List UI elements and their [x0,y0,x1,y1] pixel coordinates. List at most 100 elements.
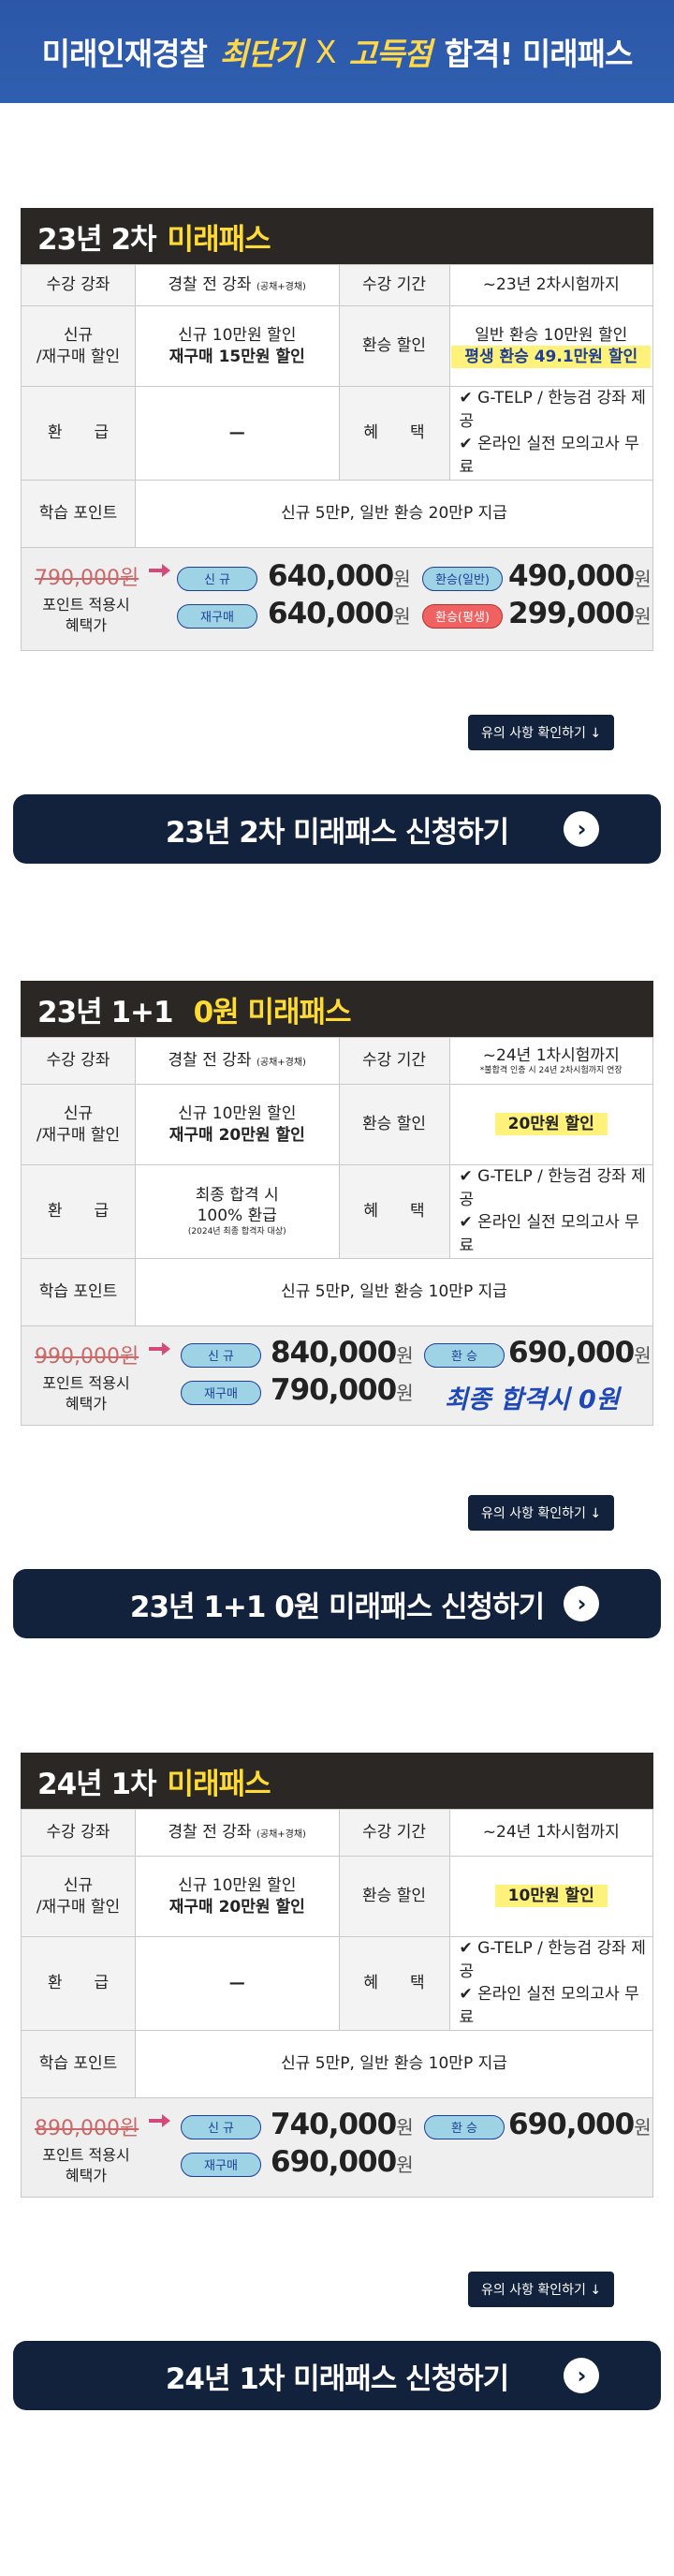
notice-button-2[interactable]: 유의 사항 확인하기 ↓ [468,1495,615,1531]
apply-label: 23년 1+1 0원 미래패스 신청하기 [129,1590,545,1624]
pill-transfer: 환 승 [424,2114,505,2139]
transfer-discount-value: 일반 환승 10만원 할인 평생 환승 49.1만원 할인 [448,305,653,387]
apply-button-23-2[interactable]: 23년 2차 미래패스 신청하기 › [13,794,661,864]
chevron-right-icon: › [564,1586,599,1621]
price-transfer: 690,000원 [508,2107,652,2141]
price-transfer: 690,000원 [508,1335,652,1369]
point-price-label: 포인트 적용시 혜택가 [42,595,130,634]
transfer-discount-value: 20만원 할인 [448,1084,653,1165]
label-refund: 환 급 [21,1936,136,2031]
label-discount: 신규 /재구매 할인 [21,1856,136,1937]
label-course: 수강 강좌 [21,1809,136,1857]
label-period: 수강 기간 [338,264,450,306]
discount-value: 신규 10만원 할인 재구매 20만원 할인 [135,1856,340,1937]
label-benefit: 혜 택 [338,386,450,481]
benefit-list: ✔ G-TELP / 한능검 강좌 제공 ✔ 온라인 실전 모의고사 무료 [448,1936,653,2031]
price-transfer-lifetime: 299,000원 [508,596,652,630]
price-transfer-general: 490,000원 [508,558,652,593]
label-course: 수강 강좌 [21,264,136,306]
label-point: 학습 포인트 [21,1257,136,1326]
apply-button-23-1plus1[interactable]: 23년 1+1 0원 미래패스 신청하기 › [13,1569,661,1638]
label-point: 학습 포인트 [21,479,136,548]
discount-value: 신규 10만원 할인 재구매 15만원 할인 [135,305,340,387]
refund-value: — [135,1936,340,2031]
point-value: 신규 5만P, 일반 환승 20만P 지급 [135,479,653,548]
info-table: 수강 강좌 경찰 전 강좌 (공채+경채) 수강 기간 ~23년 2차시험까지 … [21,264,653,548]
pill-transfer-lifetime: 환승(평생) [422,603,503,629]
section-title-name: 0원 미래패스 [193,995,352,1029]
course-value: 경찰 전 강좌 (공채+경채) [135,264,340,306]
pill-transfer-general: 환승(일반) [422,566,503,591]
arrow-icon [149,2113,170,2127]
period-value: ~24년 1차시험까지 [448,1809,653,1857]
info-table: 수강 강좌 경찰 전 강좌 (공채+경채) 수강 기간 ~24년 1차시험까지 … [21,1809,653,2098]
arrow-icon [149,563,170,577]
original-price: 790,000원 [35,566,139,590]
point-price-label: 포인트 적용시 혜택가 [42,1373,130,1413]
label-point: 학습 포인트 [21,2029,136,2098]
discount-value: 신규 10만원 할인 재구매 20만원 할인 [135,1084,340,1165]
top-banner: 미래인재경찰 최단기 X 고득점 합격! 미래패스 [0,0,674,103]
info-table: 수강 강좌 경찰 전 강좌 (공채+경채) 수강 기간 ~24년 1차시험까지 *… [21,1037,653,1326]
label-transfer-discount: 환승 할인 [338,1856,450,1937]
refund-value: — [135,386,340,481]
banner-x: X [315,33,337,70]
label-period: 수강 기간 [338,1037,450,1085]
notice-button-3[interactable]: 유의 사항 확인하기 ↓ [468,2272,615,2307]
price-new: 740,000원 [271,2107,414,2141]
section-title-year: 23년 1+1 [37,995,174,1029]
course-value: 경찰 전 강좌 (공채+경채) [135,1037,340,1085]
label-refund: 환 급 [21,1164,136,1259]
price-box: 990,000원 포인트 적용시 혜택가 신 규 840,000원 재구매 79… [21,1325,653,1426]
section-title-name: 미래패스 [167,1767,271,1801]
pill-rebuy: 재구매 [181,2152,261,2177]
label-discount: 신규 /재구매 할인 [21,305,136,387]
banner-highlight-2: 고득점 [348,36,432,72]
benefit-list: ✔ G-TELP / 한능검 강좌 제공 ✔ 온라인 실전 모의고사 무료 [448,1164,653,1259]
banner-text-2: 합격! 미래패스 [444,36,634,72]
section-title-year: 24년 1차 [37,1767,157,1801]
point-value: 신규 5만P, 일반 환승 10만P 지급 [135,2029,653,2098]
period-value: ~24년 1차시험까지 *불합격 인증 시 24년 2차시험까지 연장 [448,1037,653,1085]
page: 미래인재경찰 최단기 X 고득점 합격! 미래패스 23년 2차 미래패스 수강… [0,0,674,2576]
pass-section-23-1plus1: 23년 1+1 0원 미래패스 수강 강좌 경찰 전 강좌 (공채+경채) 수강… [21,981,653,1426]
price-box: 790,000원 포인트 적용시 혜택가 신 규 640,000원 재구매 64… [21,547,653,651]
period-value: ~23년 2차시험까지 [448,264,653,306]
price-new: 640,000원 [268,558,411,593]
pill-rebuy: 재구매 [181,1380,261,1405]
label-transfer-discount: 환승 할인 [338,1084,450,1165]
pass-section-24-1: 24년 1차 미래패스 수강 강좌 경찰 전 강좌 (공채+경채) 수강 기간 … [21,1753,653,2198]
banner-highlight-1: 최단기 [219,36,303,72]
pill-new: 신 규 [181,1342,261,1368]
benefit-list: ✔ G-TELP / 한능검 강좌 제공 ✔ 온라인 실전 모의고사 무료 [448,386,653,481]
section-title-year: 23년 2차 [37,222,157,257]
apply-label: 24년 1차 미래패스 신청하기 [165,2361,509,2396]
section-title: 23년 2차 미래패스 [21,208,653,264]
chevron-right-icon: › [564,2358,599,2393]
label-benefit: 혜 택 [338,1164,450,1259]
section-title: 23년 1+1 0원 미래패스 [21,981,653,1037]
original-price: 990,000원 [35,1344,139,1369]
label-course: 수강 강좌 [21,1037,136,1085]
label-discount: 신규 /재구매 할인 [21,1084,136,1165]
apply-button-24-1[interactable]: 24년 1차 미래패스 신청하기 › [13,2341,661,2410]
label-transfer-discount: 환승 할인 [338,305,450,387]
pill-transfer: 환 승 [424,1342,505,1368]
refund-value: 최종 합격 시 100% 환급 (2024년 최종 합격자 대상) [135,1164,340,1259]
section-title: 24년 1차 미래패스 [21,1753,653,1809]
point-price-label: 포인트 적용시 혜택가 [42,2145,130,2184]
price-box: 890,000원 포인트 적용시 혜택가 신 규 740,000원 재구매 69… [21,2097,653,2198]
price-rebuy: 790,000원 [271,1372,414,1407]
apply-label: 23년 2차 미래패스 신청하기 [165,815,509,850]
course-value: 경찰 전 강좌 (공채+경채) [135,1809,340,1857]
section-title-name: 미래패스 [167,222,271,257]
pill-new: 신 규 [177,566,257,591]
chevron-right-icon: › [564,811,599,847]
final-pass-zero: 최종 합격시 0원 [445,1384,620,1414]
pass-section-23-2: 23년 2차 미래패스 수강 강좌 경찰 전 강좌 (공채+경채) 수강 기간 … [21,208,653,651]
price-new: 840,000원 [271,1335,414,1369]
price-rebuy: 640,000원 [268,596,411,630]
original-price: 890,000원 [35,2116,139,2140]
transfer-discount-value: 10만원 할인 [448,1856,653,1937]
notice-button-1[interactable]: 유의 사항 확인하기 ↓ [468,715,615,750]
